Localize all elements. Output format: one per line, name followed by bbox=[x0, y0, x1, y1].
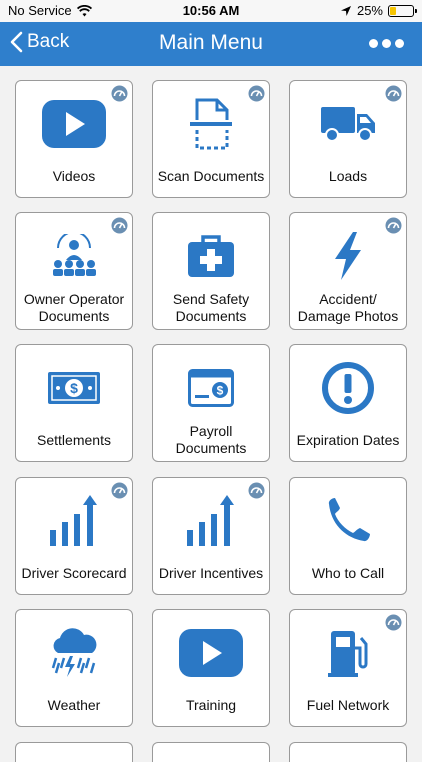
tile-training[interactable]: Training bbox=[152, 609, 270, 727]
tile-label: Loads bbox=[328, 167, 368, 184]
more-dot-icon bbox=[395, 39, 404, 48]
tile-label: Training bbox=[185, 696, 237, 713]
more-dot-icon bbox=[382, 39, 391, 48]
dollar-bill-icon: $ bbox=[48, 372, 100, 404]
people-presentation-icon bbox=[53, 234, 96, 276]
tile-label: Scan Documents bbox=[157, 167, 265, 184]
payroll-check-icon: $ bbox=[188, 369, 234, 407]
exclamation-circle-icon bbox=[322, 362, 374, 414]
phone-icon bbox=[328, 498, 370, 542]
tile-weather[interactable]: Weather bbox=[15, 609, 133, 727]
tile-partial[interactable] bbox=[289, 742, 407, 762]
tile-label: Who to Call bbox=[311, 564, 385, 581]
tile-label: Videos bbox=[52, 167, 96, 184]
battery-percent: 25% bbox=[356, 3, 383, 18]
tile-who-to-call[interactable]: Who to Call bbox=[289, 477, 407, 595]
more-dot-icon bbox=[369, 39, 378, 48]
tile-videos[interactable]: Videos bbox=[15, 80, 133, 198]
status-bar: No Service 10:56 AM 25% bbox=[0, 0, 422, 22]
battery-icon bbox=[388, 4, 417, 17]
tile-owner-operator-documents[interactable]: Owner Operator Documents bbox=[15, 212, 133, 330]
tile-expiration-dates[interactable]: Expiration Dates bbox=[289, 344, 407, 462]
tile-settlements[interactable]: $ Settlements bbox=[15, 344, 133, 462]
bar-chart-arrow-icon bbox=[50, 495, 97, 546]
nav-bar: Back Main Menu bbox=[0, 22, 422, 66]
video-play-icon bbox=[42, 100, 106, 148]
tile-label: Weather bbox=[47, 696, 101, 713]
tile-send-safety-documents[interactable]: Send Safety Documents bbox=[152, 212, 270, 330]
more-menu-button[interactable] bbox=[369, 39, 404, 48]
tile-scan-documents[interactable]: Scan Documents bbox=[152, 80, 270, 198]
tile-accident-damage-photos[interactable]: Accident/ Damage Photos bbox=[289, 212, 407, 330]
tile-label: Send Safety Documents bbox=[172, 291, 250, 324]
tile-payroll-documents[interactable]: $ Payroll Documents bbox=[152, 344, 270, 462]
tile-label: Owner Operator Documents bbox=[23, 291, 125, 324]
page-title: Main Menu bbox=[159, 31, 263, 54]
fuel-pump-icon bbox=[328, 631, 368, 677]
tile-label: Driver Scorecard bbox=[21, 564, 127, 581]
tile-label: Payroll Documents bbox=[175, 423, 247, 456]
video-play-icon bbox=[179, 629, 243, 677]
lightning-bolt-icon bbox=[335, 232, 361, 280]
tile-label: Expiration Dates bbox=[296, 431, 400, 448]
tile-driver-incentives[interactable]: Driver Incentives bbox=[152, 477, 270, 595]
tile-loads[interactable]: Loads bbox=[289, 80, 407, 198]
status-right: 25% bbox=[340, 3, 417, 18]
tile-label: Fuel Network bbox=[306, 696, 390, 713]
truck-icon bbox=[321, 107, 375, 142]
tile-partial[interactable] bbox=[15, 742, 133, 762]
tile-driver-scorecard[interactable]: Driver Scorecard bbox=[15, 477, 133, 595]
first-aid-kit-icon bbox=[188, 235, 234, 277]
tile-fuel-network[interactable]: Fuel Network bbox=[289, 609, 407, 727]
battery-level bbox=[390, 6, 396, 15]
storm-cloud-icon bbox=[51, 628, 97, 677]
tile-label: Driver Incentives bbox=[158, 564, 264, 581]
scan-document-icon bbox=[190, 98, 232, 150]
tile-label: Accident/ Damage Photos bbox=[297, 291, 399, 324]
tile-partial[interactable] bbox=[152, 742, 270, 762]
tile-label: Settlements bbox=[37, 431, 111, 448]
bar-chart-arrow-icon bbox=[187, 495, 234, 546]
location-arrow-icon bbox=[340, 5, 351, 16]
svg-text:$: $ bbox=[217, 384, 224, 398]
svg-text:$: $ bbox=[70, 380, 78, 396]
